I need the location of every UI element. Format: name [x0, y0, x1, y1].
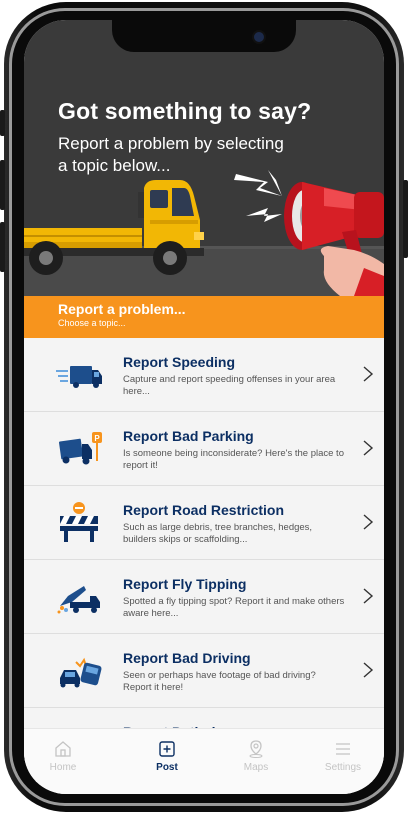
- report-title: Report Bad Parking: [123, 428, 254, 444]
- road-barrier-icon: [60, 502, 98, 542]
- mute-switch: [0, 110, 5, 136]
- app-screen: Got something to say? Report a problem b…: [24, 20, 384, 794]
- report-description: Spotted a fly tipping spot? Report it an…: [123, 596, 345, 619]
- tab-maps[interactable]: Maps: [221, 739, 291, 773]
- speeding-truck-icon: [56, 366, 102, 388]
- section-subtitle: Choose a topic...: [58, 318, 126, 328]
- report-title: Report Speeding: [123, 354, 236, 370]
- tab-home[interactable]: Home: [28, 739, 98, 773]
- hero-title: Got something to say?: [58, 98, 312, 124]
- hero-banner: Got something to say? Report a problem b…: [24, 20, 384, 296]
- volume-up-button: [0, 160, 5, 210]
- chevron-right-icon: [363, 588, 374, 604]
- report-road-restriction-item[interactable]: Report Road Restriction Such as large de…: [24, 486, 384, 560]
- tab-label: Home: [49, 762, 77, 773]
- tab-label: Post: [156, 762, 178, 773]
- report-bad-parking-item[interactable]: P Report Bad Parking Is someone being in…: [24, 412, 384, 486]
- tab-label: Settings: [324, 762, 362, 773]
- section-title: Report a problem...: [58, 301, 186, 317]
- svg-text:P: P: [94, 434, 100, 443]
- plus-square-icon: [159, 741, 175, 757]
- parking-truck-icon: P: [58, 432, 102, 465]
- report-fly-tipping-item[interactable]: Report Fly Tipping Spotted a fly tipping…: [24, 560, 384, 634]
- report-description: Seen or perhaps have footage of bad driv…: [123, 670, 316, 693]
- chevron-right-icon: [363, 514, 374, 530]
- tab-post[interactable]: Post: [132, 739, 202, 773]
- front-camera: [254, 32, 264, 42]
- notch: [112, 20, 296, 52]
- report-bad-driving-item[interactable]: Report Bad Driving Seen or perhaps have …: [24, 634, 384, 708]
- chevron-right-icon: [363, 662, 374, 678]
- report-title: Report Road Restriction: [123, 502, 285, 518]
- report-speeding-item[interactable]: Report Speeding Capture and report speed…: [24, 338, 384, 412]
- bottom-tab-bar: Home Post Maps Settings: [24, 728, 384, 794]
- map-pin-icon: [249, 740, 263, 758]
- power-button: [403, 180, 408, 258]
- tab-label: Maps: [243, 762, 269, 773]
- volume-down-button: [0, 222, 5, 272]
- report-description: Such as large debris, tree branches, hed…: [123, 522, 313, 545]
- report-description: Capture and report speeding offenses in …: [123, 374, 336, 397]
- tab-settings[interactable]: Settings: [308, 739, 378, 773]
- section-header: Report a problem... Choose a topic...: [24, 296, 384, 338]
- hero-subtitle: Report a problem by selecting a topic be…: [58, 134, 284, 175]
- collision-icon: [60, 657, 102, 688]
- menu-icon: [336, 743, 350, 755]
- chevron-right-icon: [363, 440, 374, 456]
- report-topic-list: Report Speeding Capture and report speed…: [24, 338, 384, 782]
- chevron-right-icon: [363, 366, 374, 382]
- dump-truck-icon: [57, 586, 100, 614]
- report-title: Report Fly Tipping: [123, 576, 247, 592]
- report-description: Is someone being inconsiderate? Here's t…: [123, 448, 344, 471]
- report-title: Report Bad Driving: [123, 650, 251, 666]
- home-icon: [55, 741, 71, 757]
